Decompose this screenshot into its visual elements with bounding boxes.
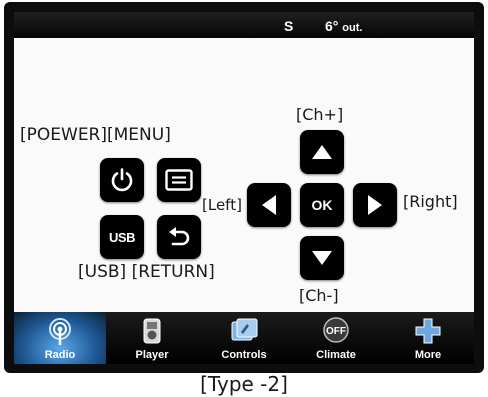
figure-caption: [Type -2] (200, 372, 288, 396)
power-button[interactable] (100, 158, 144, 202)
nav-label-radio: Radio (44, 349, 76, 361)
temperature-value: 6° (325, 18, 339, 34)
controls-icon (231, 318, 258, 341)
label-ch-up: [Ch+] (296, 105, 344, 124)
temperature-suffix: out. (342, 22, 363, 34)
nav-climate[interactable]: OFF Climate (290, 312, 382, 364)
power-icon (111, 168, 133, 192)
nav-controls[interactable]: Controls (198, 312, 290, 364)
ok-button-label: OK (311, 197, 333, 213)
player-icon (143, 318, 161, 344)
head-unit-screen: S 6° out. [POEWER][MENU] [USB] [RETURN] … (14, 12, 474, 364)
channel-down-button[interactable] (300, 236, 344, 280)
menu-button[interactable] (157, 158, 201, 202)
menu-icon (165, 169, 193, 191)
nav-label-player: Player (135, 349, 169, 361)
label-right: [Right] (403, 192, 458, 211)
arrow-down-icon (312, 251, 332, 265)
return-icon (169, 227, 190, 246)
nav-more[interactable]: More (382, 312, 474, 364)
usb-button[interactable]: USB (100, 215, 144, 259)
outside-temperature: 6° out. (325, 18, 362, 34)
nav-player[interactable]: Player (106, 312, 198, 364)
climate-off-icon: OFF (323, 317, 349, 343)
arrow-left-icon (262, 195, 276, 215)
radio-icon (49, 318, 71, 345)
nav-radio[interactable]: Radio (14, 312, 106, 364)
plus-icon (415, 318, 441, 344)
nav-label-climate: Climate (316, 349, 356, 361)
climate-off-badge: OFF (326, 326, 346, 337)
status-bar: S 6° out. (14, 12, 474, 38)
label-ch-down: [Ch-] (299, 286, 339, 305)
nav-label-more: More (414, 349, 442, 361)
bottom-nav-bar: Radio Player Controls OFF Climate More (14, 312, 474, 364)
return-button[interactable] (157, 215, 201, 259)
channel-up-button[interactable] (300, 130, 344, 174)
label-left: [Left] (202, 196, 242, 214)
label-usb-return: [USB] [RETURN] (78, 262, 215, 282)
right-button[interactable] (353, 183, 397, 227)
nav-label-controls: Controls (221, 349, 267, 361)
compass-direction: S (284, 18, 294, 34)
label-power-menu: [POEWER][MENU] (20, 125, 171, 145)
left-button[interactable] (247, 183, 291, 227)
usb-button-label: USB (109, 229, 135, 245)
arrow-up-icon (312, 145, 332, 159)
arrow-right-icon (368, 195, 382, 215)
ok-button[interactable]: OK (300, 183, 344, 227)
